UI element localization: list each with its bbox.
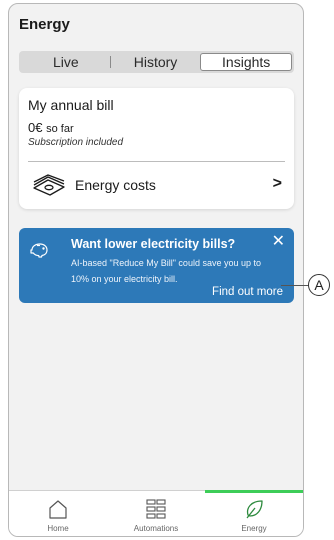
money-icon bbox=[33, 174, 65, 196]
callout-marker: A bbox=[308, 274, 330, 296]
nav-automations[interactable]: Automations bbox=[107, 491, 205, 536]
nav-energy-label: Energy bbox=[241, 524, 267, 533]
automations-grid-icon bbox=[146, 499, 166, 519]
callout-line bbox=[281, 285, 309, 286]
bottom-nav: Home Automations Energy bbox=[9, 490, 303, 536]
tab-live[interactable]: Live bbox=[21, 53, 111, 71]
bill-title: My annual bill bbox=[28, 97, 114, 113]
find-out-more-link[interactable]: Find out more bbox=[212, 286, 283, 298]
piggy-bank-icon bbox=[30, 243, 48, 258]
annual-bill-card: My annual bill 0€ so far Subscription in… bbox=[19, 88, 294, 209]
bill-amount-value: 0€ bbox=[28, 120, 43, 135]
energy-costs-label: Energy costs bbox=[75, 177, 156, 193]
nav-energy[interactable]: Energy bbox=[205, 490, 303, 536]
close-icon[interactable]: ✕ bbox=[272, 234, 285, 250]
bill-subtitle: Subscription included bbox=[28, 137, 124, 148]
nav-automations-label: Automations bbox=[133, 524, 179, 533]
chevron-right-icon: > bbox=[272, 175, 282, 192]
nav-home[interactable]: Home bbox=[9, 491, 107, 536]
leaf-icon bbox=[246, 500, 263, 519]
page-title: Energy bbox=[19, 16, 70, 33]
promo-banner: Want lower electricity bills? AI-based "… bbox=[19, 228, 294, 303]
energy-costs-row[interactable]: Energy costs > bbox=[19, 168, 294, 202]
tab-insights[interactable]: Insights bbox=[200, 53, 293, 71]
promo-title: Want lower electricity bills? bbox=[71, 237, 236, 251]
divider bbox=[28, 161, 285, 162]
promo-body: AI-based "Reduce My Bill" could save you… bbox=[71, 258, 261, 284]
bill-amount-suffix: so far bbox=[46, 123, 74, 135]
home-icon bbox=[49, 500, 67, 519]
nav-home-label: Home bbox=[47, 524, 69, 533]
phone-screen: Energy Live History Insights My annual b… bbox=[8, 3, 304, 537]
tab-bar: Live History Insights bbox=[19, 51, 294, 73]
bill-amount: 0€ so far bbox=[28, 120, 74, 135]
tab-history[interactable]: History bbox=[111, 53, 201, 71]
